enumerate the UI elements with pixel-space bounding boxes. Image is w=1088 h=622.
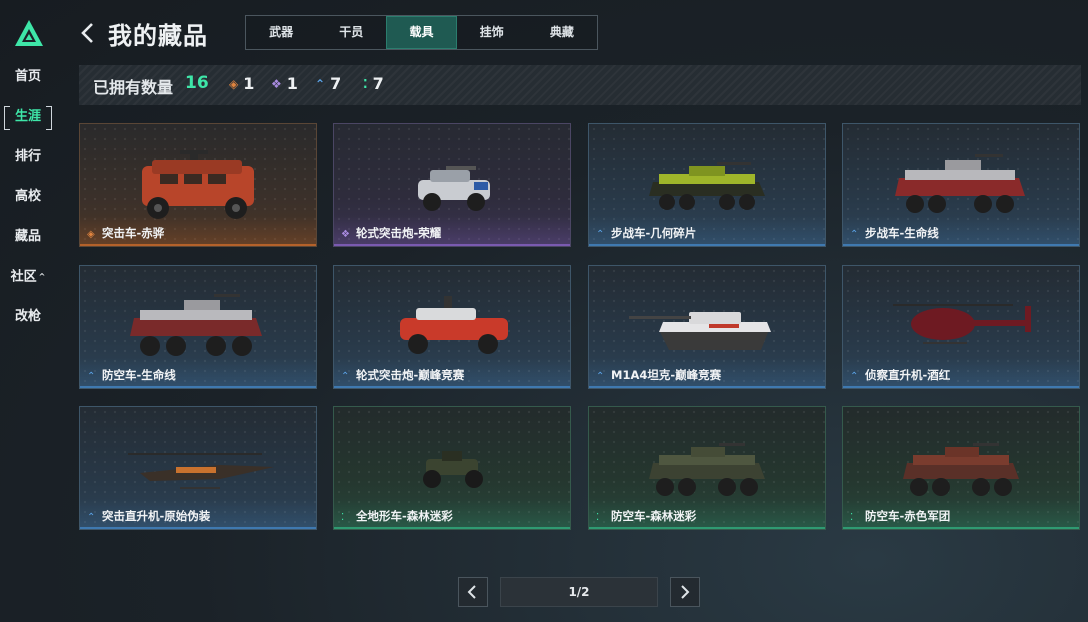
sidebar-item-gunsmith[interactable]: 改枪 bbox=[6, 306, 50, 328]
vehicle-card[interactable]: ◈ 突击车-赤骅 bbox=[79, 123, 317, 247]
diamond-icon: ◈ bbox=[87, 229, 95, 240]
vehicle-name: 侦察直升机-酒红 bbox=[865, 368, 951, 382]
vehicle-card[interactable]: ⁚ 防空车-森林迷彩 bbox=[588, 406, 826, 530]
tab-weapons[interactable]: 武器 bbox=[246, 16, 316, 49]
chevron-left-icon[interactable] bbox=[78, 20, 98, 46]
diamond-cluster-icon: ❖ bbox=[271, 77, 282, 91]
vehicle-card[interactable]: ⌃ 防空车-生命线 bbox=[79, 265, 317, 389]
rarity-count-green: ⁚ 7 bbox=[363, 74, 384, 93]
tab-operators[interactable]: 干员 bbox=[316, 16, 386, 49]
vehicle-card[interactable]: ⌃ 步战车-几何碎片 bbox=[588, 123, 826, 247]
triangle-logo-icon[interactable] bbox=[13, 18, 45, 48]
vehicle-name: 突击直升机-原始伪装 bbox=[102, 509, 211, 523]
sidebar-item-career[interactable]: 生涯 bbox=[4, 106, 52, 130]
dots-icon: ⁚ bbox=[596, 512, 600, 523]
owned-count-total: 16 bbox=[185, 73, 209, 93]
vehicle-name: 轮式突击炮-荣耀 bbox=[356, 226, 442, 240]
chevron-up-icon: ⌃ bbox=[850, 229, 859, 240]
tab-charms[interactable]: 挂饰 bbox=[457, 16, 527, 49]
sidebar-item-college[interactable]: 高校 bbox=[6, 186, 50, 208]
sidebar-item-collection[interactable]: 藏品 bbox=[6, 226, 50, 248]
rarity-count-orange: ◈ 1 bbox=[229, 74, 255, 93]
dots-icon: ⁚ bbox=[850, 512, 854, 523]
sidebar: 首页 生涯 排行 高校 藏品 社区 ^ 改枪 bbox=[0, 0, 58, 622]
chevron-up-icon: ⌃ bbox=[850, 371, 859, 382]
rarity-count-purple: ❖ 1 bbox=[271, 74, 298, 93]
tab-vehicles[interactable]: 载具 bbox=[386, 16, 457, 49]
page-indicator: 1/2 bbox=[500, 577, 658, 607]
vehicle-name: 突击车-赤骅 bbox=[102, 226, 165, 240]
next-page-button[interactable] bbox=[670, 577, 700, 607]
vehicle-card[interactable]: ⌃ 轮式突击炮-巅峰竞赛 bbox=[333, 265, 571, 389]
chevron-up-icon: ⌃ bbox=[596, 229, 605, 240]
vehicle-card[interactable]: ❖ 轮式突击炮-荣耀 bbox=[333, 123, 571, 247]
vehicle-name: 步战车-几何碎片 bbox=[611, 226, 697, 240]
prev-page-button[interactable] bbox=[458, 577, 488, 607]
vehicle-card[interactable]: ⁚ 全地形车-森林迷彩 bbox=[333, 406, 571, 530]
vehicle-name: 轮式突击炮-巅峰竞赛 bbox=[356, 368, 465, 382]
vehicle-card[interactable]: ⌃ 突击直升机-原始伪装 bbox=[79, 406, 317, 530]
dots-icon: ⁚ bbox=[341, 512, 345, 523]
chevron-left-icon bbox=[467, 585, 476, 599]
vehicle-card[interactable]: ⌃ 侦察直升机-酒红 bbox=[842, 265, 1080, 389]
vehicle-name: 防空车-生命线 bbox=[102, 368, 176, 382]
chevron-up-icon: ⌃ bbox=[87, 371, 96, 382]
chevron-right-icon bbox=[681, 585, 690, 599]
chevron-up-icon: ⌃ bbox=[315, 77, 326, 91]
vehicle-name: 步战车-生命线 bbox=[865, 226, 939, 240]
vehicle-card[interactable]: ⌃ 步战车-生命线 bbox=[842, 123, 1080, 247]
sidebar-item-home[interactable]: 首页 bbox=[6, 66, 50, 88]
vehicle-card[interactable]: ⁚ 防空车-赤色军团 bbox=[842, 406, 1080, 530]
dots-icon: ⁚ bbox=[363, 77, 368, 91]
vehicle-name: 全地形车-森林迷彩 bbox=[356, 509, 453, 523]
page-title: 我的藏品 bbox=[108, 22, 208, 50]
rarity-count-blue: ⌃ 7 bbox=[315, 74, 342, 93]
owned-stats-bar: 已拥有数量 16 ◈ 1 ❖ 1 ⌃ 7 ⁚ 7 bbox=[79, 65, 1081, 105]
diamond-cluster-icon: ❖ bbox=[341, 229, 350, 240]
caret-up-icon: ^ bbox=[38, 272, 46, 281]
category-tabs: 武器 干员 载具 挂饰 典藏 bbox=[245, 15, 598, 50]
vehicle-name: M1A4坦克-巅峰竞赛 bbox=[611, 368, 722, 382]
sidebar-item-ranking[interactable]: 排行 bbox=[6, 146, 50, 168]
owned-count-label: 已拥有数量 bbox=[93, 78, 174, 97]
chevron-up-icon: ⌃ bbox=[341, 371, 350, 382]
sidebar-item-community[interactable]: 社区 ^ bbox=[6, 266, 50, 288]
tab-archive[interactable]: 典藏 bbox=[527, 16, 597, 49]
chevron-up-icon: ⌃ bbox=[596, 371, 605, 382]
vehicle-name: 防空车-赤色军团 bbox=[865, 509, 951, 523]
diamond-icon: ◈ bbox=[229, 77, 239, 91]
vehicle-name: 防空车-森林迷彩 bbox=[611, 509, 697, 523]
vehicle-card[interactable]: ⌃ M1A4坦克-巅峰竞赛 bbox=[588, 265, 826, 389]
chevron-up-icon: ⌃ bbox=[87, 512, 96, 523]
